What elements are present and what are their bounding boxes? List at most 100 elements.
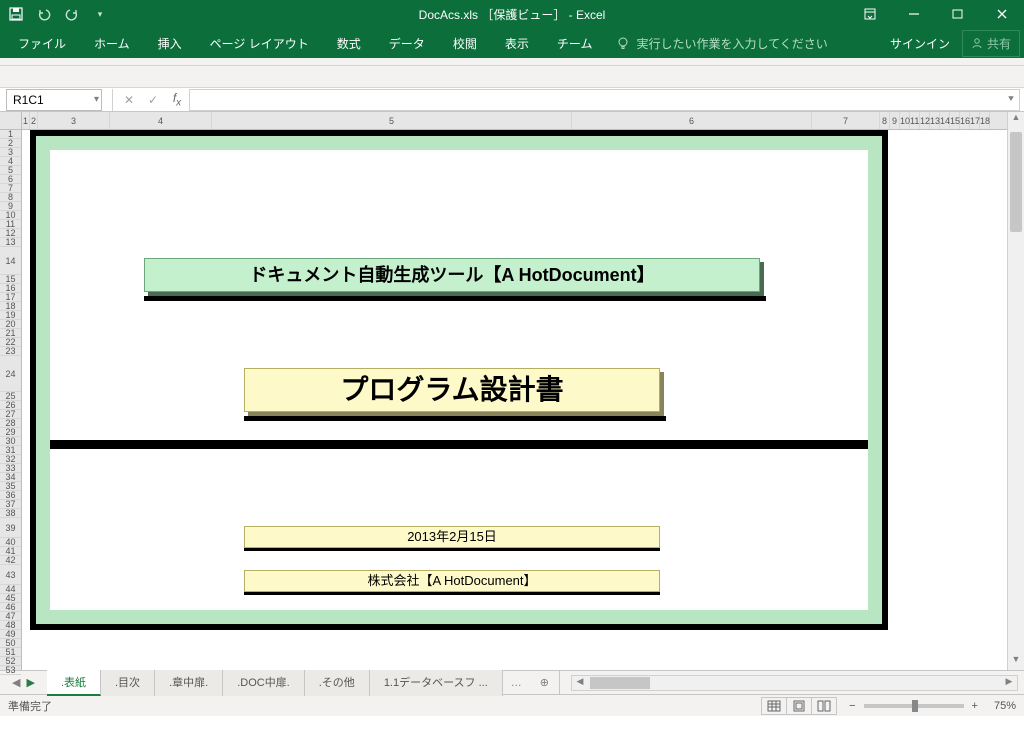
save-icon[interactable]	[8, 6, 24, 22]
expand-formula-icon[interactable]: ⯆	[1007, 94, 1015, 105]
ribbon-collapsed-area	[0, 58, 1024, 66]
scroll-left-icon[interactable]: ◀	[572, 676, 588, 687]
row-header[interactable]: 14	[0, 247, 21, 275]
select-all-corner[interactable]	[0, 112, 21, 130]
scroll-right-icon[interactable]: ▶	[1001, 676, 1017, 687]
fx-icon[interactable]: fx	[165, 91, 189, 108]
ribbon-tab-0[interactable]: ファイル	[4, 29, 80, 58]
undo-icon[interactable]	[36, 6, 52, 22]
page-layout-view-button[interactable]	[786, 697, 812, 715]
hscroll-thumb[interactable]	[590, 677, 650, 689]
date-banner: 2013年2月15日	[244, 526, 660, 548]
chevron-down-icon[interactable]: ▾	[94, 94, 99, 105]
sheet-nav-prev-icon[interactable]: ◀	[12, 676, 20, 689]
bulb-icon	[616, 36, 630, 50]
zoom-in-button[interactable]: +	[972, 700, 978, 712]
person-icon	[971, 37, 983, 49]
vertical-scrollbar[interactable]: ▲ ▼	[1007, 112, 1024, 670]
column-header[interactable]: 16	[960, 112, 970, 129]
normal-view-button[interactable]	[761, 697, 787, 715]
ribbon-options-icon[interactable]	[848, 0, 892, 28]
maximize-button[interactable]	[936, 0, 980, 28]
sheet-tab[interactable]: .表紙	[47, 670, 101, 696]
cancel-formula-icon[interactable]: ✕	[117, 93, 141, 107]
new-sheet-button[interactable]: ⊕	[530, 672, 559, 693]
column-header[interactable]: 17	[970, 112, 980, 129]
redo-icon[interactable]	[64, 6, 80, 22]
row-header[interactable]: 53	[0, 666, 21, 675]
name-box[interactable]: R1C1 ▾	[6, 89, 102, 111]
column-header[interactable]: 6	[572, 112, 812, 129]
ribbon-tabs: ファイルホーム挿入ページ レイアウト数式データ校閲表示チーム 実行したい作業を入…	[0, 28, 1024, 58]
ribbon-tab-6[interactable]: 校閲	[439, 29, 491, 58]
horizontal-scrollbar[interactable]: ◀ ▶	[571, 675, 1018, 691]
ribbon-tab-3[interactable]: ページ レイアウト	[196, 29, 323, 58]
sheet-tab[interactable]: .目次	[101, 670, 155, 696]
sheet-tab[interactable]: 1.1データベースフ ...	[370, 670, 503, 696]
ribbon-tab-4[interactable]: 数式	[323, 29, 375, 58]
column-header[interactable]: 14	[940, 112, 950, 129]
column-header[interactable]: 4	[110, 112, 212, 129]
page-break-view-button[interactable]	[811, 697, 837, 715]
cells-canvas[interactable]: ドキュメント自動生成ツール【A HotDocument】 プログラム設計書 20…	[22, 130, 1007, 670]
divider-bar	[50, 440, 868, 449]
scroll-up-icon[interactable]: ▲	[1008, 112, 1024, 128]
sheet-more-icon[interactable]: …	[503, 673, 530, 693]
column-header[interactable]: 1	[22, 112, 30, 129]
column-header[interactable]: 3	[38, 112, 110, 129]
enter-formula-icon[interactable]: ✓	[141, 93, 165, 107]
sheet-tab[interactable]: .章中扉.	[155, 670, 223, 696]
ribbon-tab-1[interactable]: ホーム	[80, 29, 144, 58]
column-header[interactable]: 18	[980, 112, 990, 129]
column-header[interactable]: 15	[950, 112, 960, 129]
ribbon-tab-2[interactable]: 挿入	[144, 29, 196, 58]
column-header[interactable]: 10	[900, 112, 910, 129]
title-bar: ▾ DocAcs.xls ［保護ビュー］ - Excel	[0, 0, 1024, 28]
sheet-nav-next-icon[interactable]: ▶	[26, 676, 34, 689]
row-header[interactable]: 23	[0, 347, 21, 356]
sheet-tab-bar: ◀ ▶ .表紙.目次.章中扉..DOC中扉..その他1.1データベースフ ...…	[0, 670, 1024, 694]
tool-title-banner: ドキュメント自動生成ツール【A HotDocument】	[144, 258, 760, 292]
column-header[interactable]: 11	[910, 112, 920, 129]
formula-input[interactable]: ⯆	[189, 89, 1020, 111]
column-header[interactable]: 2	[30, 112, 38, 129]
scrollbar-thumb[interactable]	[1010, 132, 1022, 232]
signin-link[interactable]: サインイン	[880, 29, 960, 58]
spreadsheet-grid: 1234567891011121314151617181920212223242…	[0, 112, 1024, 670]
column-header[interactable]: 12	[920, 112, 930, 129]
row-header[interactable]: 42	[0, 556, 21, 565]
row-header[interactable]: 43	[0, 565, 21, 585]
row-header[interactable]: 13	[0, 238, 21, 247]
zoom-level[interactable]: 75%	[994, 700, 1016, 712]
minimize-button[interactable]	[892, 0, 936, 28]
document-title-banner: プログラム設計書	[244, 368, 660, 412]
row-headers: 1234567891011121314151617181920212223242…	[0, 112, 22, 670]
tell-me[interactable]: 実行したい作業を入力してください	[608, 35, 827, 52]
share-button[interactable]: 共有	[962, 30, 1020, 57]
status-ready: 準備完了	[8, 698, 52, 714]
qat-customize-icon[interactable]: ▾	[92, 6, 108, 22]
zoom-out-button[interactable]: −	[849, 700, 855, 712]
status-bar: 準備完了 − + 75%	[0, 694, 1024, 716]
column-header[interactable]: 7	[812, 112, 880, 129]
document-page: ドキュメント自動生成ツール【A HotDocument】 プログラム設計書 20…	[30, 130, 888, 630]
tell-me-placeholder: 実行したい作業を入力してください	[636, 35, 827, 52]
column-header[interactable]: 5	[212, 112, 572, 129]
company-banner: 株式会社【A HotDocument】	[244, 570, 660, 592]
window-title: DocAcs.xls ［保護ビュー］ - Excel	[419, 6, 606, 23]
sheet-tab[interactable]: .その他	[305, 670, 370, 696]
column-headers: 123456789101112131415161718	[22, 112, 1007, 130]
zoom-slider[interactable]	[864, 704, 964, 708]
ribbon-tab-7[interactable]: 表示	[491, 29, 543, 58]
row-header[interactable]: 39	[0, 518, 21, 538]
row-header[interactable]: 24	[0, 356, 21, 392]
close-button[interactable]	[980, 0, 1024, 28]
column-header[interactable]: 8	[880, 112, 890, 129]
sheet-tab[interactable]: .DOC中扉.	[223, 670, 305, 696]
row-header[interactable]: 38	[0, 509, 21, 518]
scroll-down-icon[interactable]: ▼	[1008, 654, 1024, 670]
column-header[interactable]: 9	[890, 112, 900, 129]
ribbon-tab-8[interactable]: チーム	[543, 29, 607, 58]
column-header[interactable]: 13	[930, 112, 940, 129]
ribbon-tab-5[interactable]: データ	[375, 29, 439, 58]
